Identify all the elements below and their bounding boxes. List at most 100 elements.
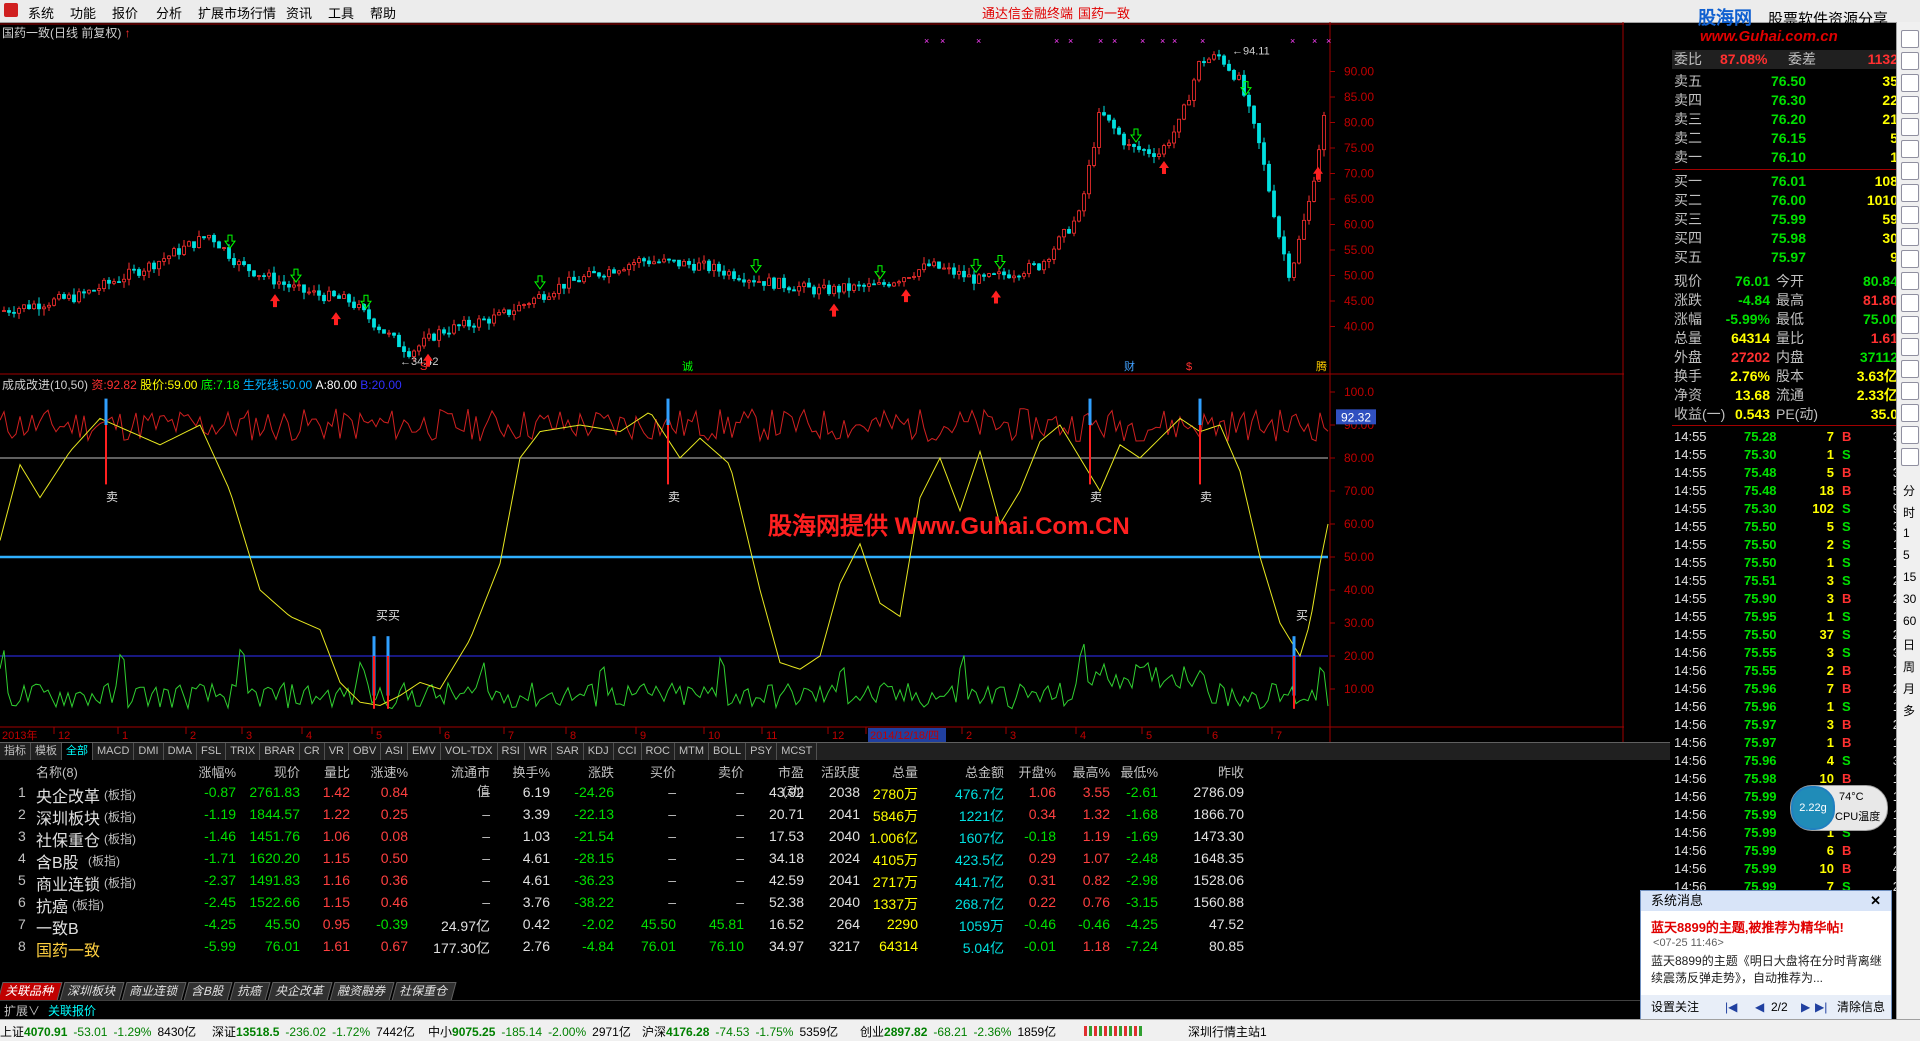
- extend-toggle[interactable]: 扩展∨: [4, 1002, 40, 1019]
- first-page-icon[interactable]: |◀: [1725, 995, 1737, 1019]
- buy-level[interactable]: 买一 76.01 108: [1672, 172, 1902, 191]
- column-header[interactable]: 开盘%: [1016, 762, 1056, 781]
- bottom-tab[interactable]: 关联品种: [0, 982, 63, 1001]
- toolbar-button-icon[interactable]: [1901, 30, 1919, 48]
- bottom-tab[interactable]: 社保重仓: [391, 982, 457, 1001]
- related-quote-tab[interactable]: 关联报价: [48, 1002, 96, 1019]
- row-name[interactable]: 国药一致: [36, 937, 100, 961]
- indicator-tab[interactable]: 指标: [0, 743, 31, 760]
- buy-level[interactable]: 买四 75.98 30: [1672, 229, 1902, 248]
- period-button[interactable]: 多: [1903, 702, 1915, 719]
- bottom-tab[interactable]: 商业连锁: [121, 982, 187, 1001]
- table-row[interactable]: 8 国药一致 -5.99 76.01 1.61 0.67 177.30亿 2.76 -4.84 7…: [0, 936, 1260, 961]
- indicator-tab[interactable]: VOL-TDX: [441, 743, 498, 760]
- set-follow-button[interactable]: 设置关注: [1651, 995, 1699, 1019]
- column-header[interactable]: 卖价: [704, 762, 744, 781]
- bottom-tab[interactable]: 央企改革: [267, 982, 333, 1001]
- table-row[interactable]: 3 社保重仓 (板指) -1.46 1451.76 1.06 0.08–1.03 -21.54…: [0, 826, 1260, 850]
- indicator-tab[interactable]: MACD: [93, 743, 135, 760]
- column-header[interactable]: 涨速%: [368, 762, 408, 781]
- indicator-tab[interactable]: MCST: [777, 743, 818, 760]
- prev-page-icon[interactable]: ◀: [1755, 995, 1764, 1019]
- column-header[interactable]: 量比: [310, 762, 350, 781]
- toolbar-button-icon[interactable]: [1901, 360, 1919, 378]
- popup-title[interactable]: 蓝天8899的主题,被推荐为精华帖!: [1651, 917, 1844, 936]
- period-button[interactable]: 15: [1903, 570, 1916, 584]
- index-zx[interactable]: 中小9075.25 -185.14 -2.00% 2971亿: [428, 1023, 631, 1040]
- toolbar-button-icon[interactable]: [1901, 338, 1919, 356]
- menu-tools[interactable]: 工具: [328, 3, 354, 22]
- period-button[interactable]: 30: [1903, 592, 1916, 606]
- menu-system[interactable]: 系统: [28, 3, 54, 22]
- indicator-tab[interactable]: FSL: [197, 743, 227, 760]
- indicator-tab[interactable]: DMI: [134, 743, 164, 760]
- index-sz[interactable]: 深证13518.5 -236.02 -1.72% 7442亿: [212, 1023, 415, 1040]
- toolbar-button-icon[interactable]: [1901, 140, 1919, 158]
- index-cy[interactable]: 创业2897.82 -68.21 -2.36% 1859亿: [860, 1023, 1056, 1040]
- indicator-tab[interactable]: EMV: [408, 743, 441, 760]
- indicator-tab[interactable]: WR: [525, 743, 553, 760]
- period-button[interactable]: 1: [1903, 526, 1910, 540]
- bottom-tab[interactable]: 融资融券: [329, 982, 395, 1001]
- indicator-tab[interactable]: PSY: [746, 743, 778, 760]
- close-icon[interactable]: ✕: [1870, 891, 1881, 911]
- sell-level[interactable]: 卖二 76.15 5: [1672, 129, 1902, 148]
- last-page-icon[interactable]: ▶|: [1815, 995, 1827, 1019]
- indicator-tab[interactable]: BRAR: [260, 743, 300, 760]
- menu-news[interactable]: 资讯: [286, 3, 312, 22]
- bottom-tab[interactable]: 抗癌: [229, 982, 271, 1001]
- period-button[interactable]: 时: [1903, 504, 1915, 521]
- indicator-tab[interactable]: KDJ: [584, 743, 614, 760]
- column-header[interactable]: 最高%: [1070, 762, 1110, 781]
- toolbar-button-icon[interactable]: [1901, 184, 1919, 202]
- column-header[interactable]: 总量: [878, 762, 918, 781]
- indicator-tab[interactable]: DMA: [164, 743, 198, 760]
- toolbar-button-icon[interactable]: [1901, 96, 1919, 114]
- period-button[interactable]: 分: [1903, 482, 1915, 499]
- menu-help[interactable]: 帮助: [370, 3, 396, 22]
- column-header[interactable]: 买价: [636, 762, 676, 781]
- table-row[interactable]: 2 深圳板块 (板指) -1.19 1844.57 1.22 0.25–3.39 -22.13…: [0, 804, 1260, 828]
- toolbar-button-icon[interactable]: [1901, 316, 1919, 334]
- sell-level[interactable]: 卖三 76.20 21: [1672, 110, 1902, 129]
- toolbar-button-icon[interactable]: [1901, 426, 1919, 444]
- toolbar-button-icon[interactable]: [1901, 118, 1919, 136]
- toolbar-button-icon[interactable]: [1901, 294, 1919, 312]
- indicator-tab[interactable]: TRIX: [226, 743, 261, 760]
- sell-level[interactable]: 卖四 76.30 22: [1672, 91, 1902, 110]
- column-header[interactable]: 涨跌: [574, 762, 614, 781]
- indicator-tab[interactable]: CCI: [614, 743, 642, 760]
- toolbar-button-icon[interactable]: [1901, 206, 1919, 224]
- toolbar-button-icon[interactable]: [1901, 228, 1919, 246]
- toolbar-button-icon[interactable]: [1901, 404, 1919, 422]
- menu-extended-market[interactable]: 扩展市场行情: [198, 3, 276, 22]
- table-row[interactable]: 7 一致B -4.25 45.50 0.95 -0.39 24.97亿 0.42 -2.02 45…: [0, 914, 1260, 938]
- buy-level[interactable]: 买五 75.97 9: [1672, 248, 1902, 267]
- sell-level[interactable]: 卖一 76.10 1: [1672, 148, 1902, 167]
- toolbar-button-icon[interactable]: [1901, 382, 1919, 400]
- table-row[interactable]: 4 含B股 (板指) -1.71 1620.20 1.15 0.50–4.61 -28.15–…: [0, 848, 1260, 872]
- table-row[interactable]: 5 商业连锁 (板指) -2.37 1491.83 1.16 0.36–4.61 -36.23…: [0, 870, 1260, 894]
- indicator-tab[interactable]: BOLL: [709, 743, 747, 760]
- toolbar-button-icon[interactable]: [1901, 250, 1919, 268]
- indicator-tab[interactable]: SAR: [552, 743, 584, 760]
- period-button[interactable]: 60: [1903, 614, 1916, 628]
- table-row[interactable]: 1 央企改革 (板指) -0.87 2761.83 1.42 0.84–6.19 -24.26…: [0, 782, 1260, 806]
- buy-level[interactable]: 买三 75.99 59: [1672, 210, 1902, 229]
- cpu-widget[interactable]: 2.22g 74°C CPU温度: [1790, 785, 1888, 831]
- indicator-tab[interactable]: RSI: [498, 743, 525, 760]
- period-button[interactable]: 月: [1903, 680, 1915, 697]
- next-page-icon[interactable]: ▶: [1801, 995, 1810, 1019]
- indicator-tab[interactable]: MTM: [675, 743, 710, 760]
- indicator-tab[interactable]: 全部: [62, 743, 93, 760]
- indicator-tab[interactable]: ROC: [642, 743, 675, 760]
- index-sh[interactable]: 上证4070.91 -53.01 -1.29% 8430亿: [0, 1023, 196, 1040]
- period-button[interactable]: 5: [1903, 548, 1910, 562]
- indicator-tab[interactable]: OBV: [349, 743, 382, 760]
- column-header[interactable]: 活跃度: [820, 762, 860, 781]
- indicator-tab[interactable]: ASI: [381, 743, 408, 760]
- menu-quote[interactable]: 报价: [112, 3, 138, 22]
- menu-function[interactable]: 功能: [70, 3, 96, 22]
- buy-level[interactable]: 买二 76.00 1010: [1672, 191, 1902, 210]
- period-button[interactable]: 日: [1903, 636, 1915, 653]
